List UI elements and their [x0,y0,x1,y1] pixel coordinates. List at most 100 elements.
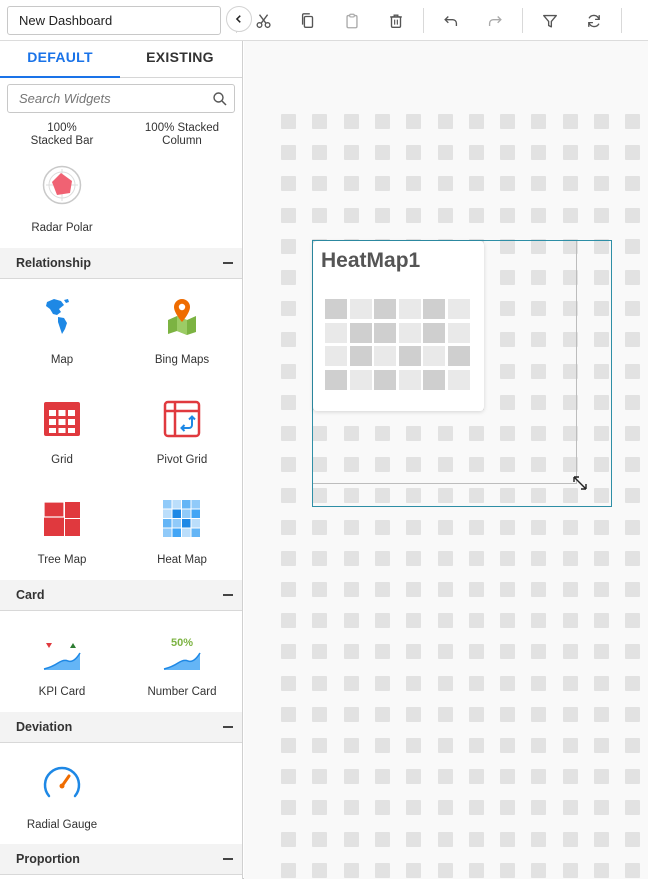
collapse-minus-icon[interactable] [223,726,233,728]
tab-existing[interactable]: EXISTING [120,41,240,78]
canvas-grid-dot [281,800,296,815]
heatmap-cell [398,299,421,319]
canvas-grid-dot [312,832,327,847]
heatmap-widget-card[interactable]: HeatMap1 [313,241,484,411]
widget-grid[interactable]: Grid [2,399,122,471]
canvas-grid-dot [344,582,359,597]
canvas-grid-dot [625,800,640,815]
canvas-grid-dot [406,208,421,223]
section-deviation[interactable]: Deviation [0,712,242,743]
canvas-grid-dot [438,676,453,691]
canvas-grid-dot [469,644,484,659]
canvas-grid-dot [406,613,421,628]
canvas-grid-dot [625,145,640,160]
widget-radar-polar[interactable]: Radar Polar [2,165,122,235]
canvas-grid-dot [563,551,578,566]
widget-100-stacked-bar[interactable]: 100% Stacked Bar [2,122,122,148]
dashboard-name-input[interactable] [7,6,221,35]
canvas-grid-dot [531,863,546,878]
collapse-panel-button[interactable] [226,6,252,32]
canvas-grid-dot [563,707,578,722]
heatmap-cell [423,369,445,390]
canvas-grid-dot [625,738,640,753]
delete-button[interactable] [384,9,408,33]
canvas-grid-dot [281,582,296,597]
filter-icon [543,14,557,28]
widget-label: Radar Polar [31,222,93,234]
widget-heat-map[interactable]: Heat Map [122,499,242,571]
canvas-grid-dot [406,644,421,659]
collapse-minus-icon[interactable] [223,594,233,596]
clipboard-icon [346,13,358,29]
canvas-grid-dot [438,145,453,160]
canvas-grid-dot [469,520,484,535]
canvas-grid-dot [563,863,578,878]
undo-button[interactable] [439,9,463,33]
heatmap-cell [447,346,470,366]
canvas-grid-dot [281,176,296,191]
widget-label: Heat Map [157,554,207,566]
canvas-grid-dot [500,832,515,847]
search-input[interactable] [8,85,208,112]
canvas-grid-dot [625,644,640,659]
tree-map-icon [43,501,80,536]
canvas-grid-dot [500,676,515,691]
canvas-grid-dot [625,863,640,878]
widget-pivot-grid[interactable]: Pivot Grid [122,399,242,471]
canvas-grid-dot [312,863,327,878]
widget-bing-maps[interactable]: Bing Maps [122,296,242,371]
paste-button[interactable] [340,9,364,33]
canvas-grid-dot [281,520,296,535]
scissors-icon [256,14,271,29]
search-icon[interactable] [212,91,228,107]
resize-guide-vertical [576,241,577,484]
canvas-grid-dot [281,863,296,878]
filter-button[interactable] [538,9,562,33]
heatmap-cell [374,346,396,366]
widget-number-card[interactable]: 50% Number Card [122,637,242,703]
canvas-grid-dot [312,800,327,815]
toolbar [0,0,648,41]
widget-tree-map[interactable]: Tree Map [2,499,122,571]
cut-button[interactable] [252,9,276,33]
toolbar-separator [621,8,622,33]
heatmap-cell [349,322,372,343]
copy-button[interactable] [296,9,320,33]
tab-default[interactable]: DEFAULT [0,41,120,78]
canvas-grid-dot [312,707,327,722]
section-card[interactable]: Card [0,580,242,611]
widget-radial-gauge[interactable]: Radial Gauge [2,764,122,834]
section-relationship[interactable]: Relationship [0,248,242,279]
heatmap-cell [423,322,445,343]
widget-map[interactable]: Map [2,296,122,371]
section-proportion[interactable]: Proportion [0,844,242,875]
canvas-grid-dot [438,644,453,659]
canvas-grid-dot [469,208,484,223]
canvas-grid-dot [594,208,609,223]
canvas-grid-dot [438,208,453,223]
collapse-minus-icon[interactable] [223,262,233,264]
canvas-grid-dot [375,832,390,847]
kpi-card-icon [43,643,81,670]
canvas-grid-dot [438,551,453,566]
redo-button[interactable] [483,9,507,33]
widget-100-stacked-column[interactable]: 100% Stacked Column [122,122,242,148]
widget-label: Number Card [147,686,217,698]
widget-label: Map [50,354,74,366]
canvas-grid-dot [469,769,484,784]
widget-kpi-card[interactable]: KPI Card [2,637,122,703]
canvas-grid-dot [344,208,359,223]
heatmap-cell [398,322,421,343]
canvas-grid-dot [469,707,484,722]
canvas-grid-dot [281,832,296,847]
pivot-grid-icon [163,400,201,438]
refresh-button[interactable] [582,9,606,33]
collapse-minus-icon[interactable] [223,858,233,860]
canvas-grid-dot [469,676,484,691]
canvas-grid-dot [531,832,546,847]
canvas-grid-dot [281,676,296,691]
resize-handle-icon[interactable] [571,474,589,492]
canvas-grid-dot [500,613,515,628]
canvas-grid-dot [312,644,327,659]
canvas-grid-dot [625,520,640,535]
